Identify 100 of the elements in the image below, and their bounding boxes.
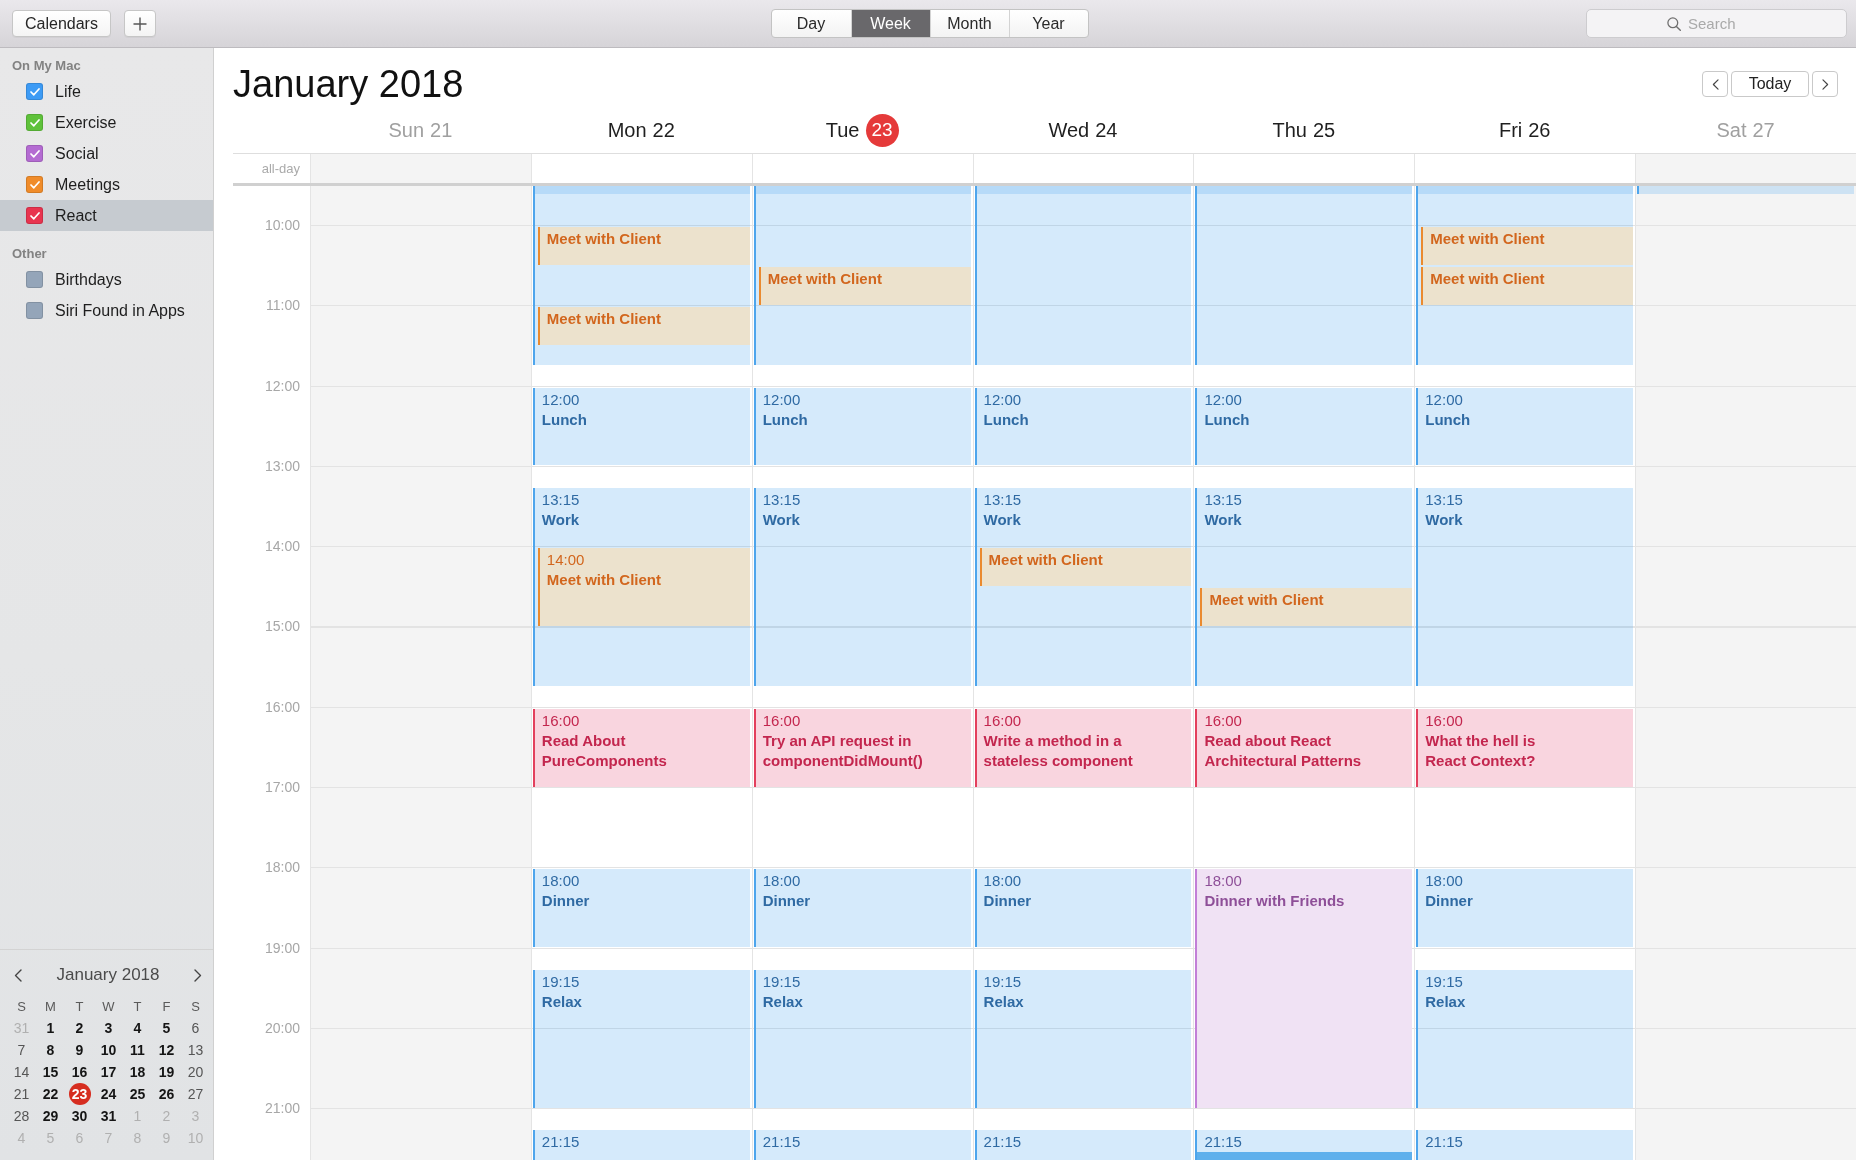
calendar-event[interactable]: 12:00 Lunch [753, 387, 971, 466]
calendar-event[interactable]: 21:15 [1195, 1130, 1413, 1160]
mini-calendar-day[interactable]: 21 [10, 1083, 33, 1105]
mini-calendar-day[interactable]: 11 [126, 1039, 149, 1061]
calendar-list-item[interactable]: Social [0, 138, 213, 169]
previous-week-button[interactable] [1702, 71, 1728, 97]
calendar-event[interactable] [976, 186, 1192, 194]
calendar-event[interactable]: 21:15 [1416, 1130, 1634, 1160]
calendar-checkbox[interactable] [26, 83, 43, 100]
calendar-list-item[interactable]: Exercise [0, 107, 213, 138]
calendar-checkbox[interactable] [26, 114, 43, 131]
calendar-checkbox[interactable] [26, 271, 43, 288]
mini-calendar-day[interactable]: 14 [10, 1061, 33, 1083]
search-field[interactable]: Search [1586, 9, 1847, 38]
calendar-event[interactable]: Meet with Client Meet with Client [1416, 186, 1634, 365]
calendar-checkbox[interactable] [26, 176, 43, 193]
calendar-event[interactable] [534, 186, 750, 194]
calendar-event[interactable]: 19:15 Relax [532, 969, 750, 1108]
calendar-event[interactable]: 12:00 Lunch [1195, 387, 1413, 466]
mini-calendar-day[interactable]: 15 [39, 1061, 62, 1083]
calendar-event[interactable]: 19:15 Relax [1416, 969, 1634, 1108]
calendar-list-item[interactable]: Siri Found in Apps [0, 295, 213, 326]
calendar-event[interactable]: Meet with Client [537, 307, 750, 345]
calendar-event[interactable]: 19:15 Relax [974, 969, 1192, 1108]
calendar-checkbox[interactable] [26, 207, 43, 224]
mini-calendar-day[interactable]: 20 [184, 1061, 207, 1083]
mini-calendar-day[interactable]: 19 [155, 1061, 178, 1083]
calendar-event[interactable]: Meet with Client [758, 267, 971, 305]
mini-calendar-day[interactable]: 12 [155, 1039, 178, 1061]
calendar-event[interactable]: 18:00 Dinner [974, 869, 1192, 948]
mini-calendar-day[interactable]: 25 [126, 1083, 149, 1105]
calendar-event[interactable]: 18:00 Dinner [753, 869, 971, 948]
mini-calendar-day[interactable]: 22 [39, 1083, 62, 1105]
mini-calendar-day[interactable]: 7 [10, 1039, 33, 1061]
mini-calendar-day[interactable]: 13 [184, 1039, 207, 1061]
mini-calendar-day[interactable]: 28 [10, 1105, 33, 1127]
today-button[interactable]: Today [1731, 71, 1809, 97]
calendar-event[interactable]: Meet with Client [979, 548, 1192, 586]
calendar-event[interactable]: 21:15 [753, 1130, 971, 1160]
calendar-event[interactable]: Meet with Client [1421, 227, 1634, 265]
mini-calendar-day[interactable]: 10 [97, 1039, 120, 1061]
calendar-event[interactable] [1197, 186, 1413, 194]
calendar-event[interactable]: 16:00 Try an API request in componentDidMount() [753, 708, 971, 787]
view-tab[interactable]: Year [1008, 10, 1088, 37]
mini-calendar-day[interactable]: 2 [68, 1017, 91, 1039]
mini-calendar-day[interactable]: 30 [68, 1105, 91, 1127]
mini-calendar-day[interactable]: 6 [184, 1017, 207, 1039]
next-month-button[interactable] [194, 968, 202, 982]
calendar-checkbox[interactable] [26, 145, 43, 162]
calendar-event[interactable]: Meet with Client Meet with Client [532, 186, 750, 365]
calendar-event[interactable]: 12:00 Lunch [1416, 387, 1634, 466]
mini-calendar-day[interactable]: 18 [126, 1061, 149, 1083]
calendar-event[interactable]: 18:00 Dinner [532, 869, 750, 948]
calendar-event[interactable]: 21:15 [974, 1130, 1192, 1160]
mini-calendar-day[interactable]: 23 [68, 1083, 91, 1105]
mini-calendar-day[interactable]: 29 [39, 1105, 62, 1127]
calendar-event[interactable]: 18:00 Dinner with Friends [1195, 869, 1413, 1108]
calendar-event[interactable] [1418, 186, 1634, 194]
mini-calendar-day[interactable]: 1 [39, 1017, 62, 1039]
calendar-event[interactable]: Meet with Client [1200, 588, 1413, 626]
calendar-event[interactable]: 14:00 Meet with Client [537, 548, 750, 626]
calendar-checkbox[interactable] [26, 302, 43, 319]
calendar-event[interactable] [1197, 1152, 1413, 1160]
add-button[interactable] [123, 10, 156, 37]
calendar-event[interactable]: 16:00 Read About PureComponents [532, 708, 750, 787]
calendar-event[interactable]: 13:15 Work 14:00 Meet with Client [532, 487, 750, 687]
calendar-event[interactable]: 12:00 Lunch [974, 387, 1192, 466]
calendar-event[interactable]: Meet with Client [753, 186, 971, 365]
mini-calendar-day[interactable]: 26 [155, 1083, 178, 1105]
calendars-button[interactable]: Calendars [12, 10, 111, 37]
mini-calendar-day[interactable]: 31 [97, 1105, 120, 1127]
calendar-list-item[interactable]: React [0, 200, 213, 231]
mini-calendar-day[interactable]: 17 [97, 1061, 120, 1083]
mini-calendar-day[interactable]: 16 [68, 1061, 91, 1083]
calendar-event[interactable]: 19:15 Relax [753, 969, 971, 1108]
calendar-event[interactable] [1637, 186, 1854, 194]
calendar-event[interactable]: 16:00 Read about React Architectural Patterns [1195, 708, 1413, 787]
mini-calendar-day[interactable]: 8 [39, 1039, 62, 1061]
view-tab[interactable]: Day [771, 10, 851, 37]
calendar-event[interactable]: Meet with Client [537, 227, 750, 265]
calendar-event[interactable]: 13:15 Work [753, 487, 971, 687]
calendar-event[interactable]: 12:00 Lunch [532, 387, 750, 466]
view-tab[interactable]: Week [850, 10, 930, 37]
calendar-list-item[interactable]: Meetings [0, 169, 213, 200]
calendar-event[interactable]: Meet with Client [1421, 267, 1634, 305]
calendar-event[interactable] [1195, 186, 1413, 365]
mini-calendar-day[interactable]: 4 [126, 1017, 149, 1039]
calendar-list-item[interactable]: Birthdays [0, 264, 213, 295]
calendar-event[interactable]: 13:15 Work Meet with Client [1195, 487, 1413, 687]
calendar-event[interactable]: 13:15 Work Meet with Client [974, 487, 1192, 687]
calendar-list-item[interactable]: Life [0, 76, 213, 107]
calendar-event[interactable]: 16:00 What the hell is React Context? [1416, 708, 1634, 787]
calendar-event[interactable] [974, 186, 1192, 365]
mini-calendar-day[interactable]: 5 [155, 1017, 178, 1039]
calendar-event[interactable]: 16:00 Write a method in a stateless component [974, 708, 1192, 787]
mini-calendar-day[interactable]: 24 [97, 1083, 120, 1105]
calendar-event[interactable] [755, 186, 971, 194]
mini-calendar-day[interactable]: 9 [68, 1039, 91, 1061]
view-tab[interactable]: Month [929, 10, 1009, 37]
mini-calendar-day[interactable]: 3 [97, 1017, 120, 1039]
